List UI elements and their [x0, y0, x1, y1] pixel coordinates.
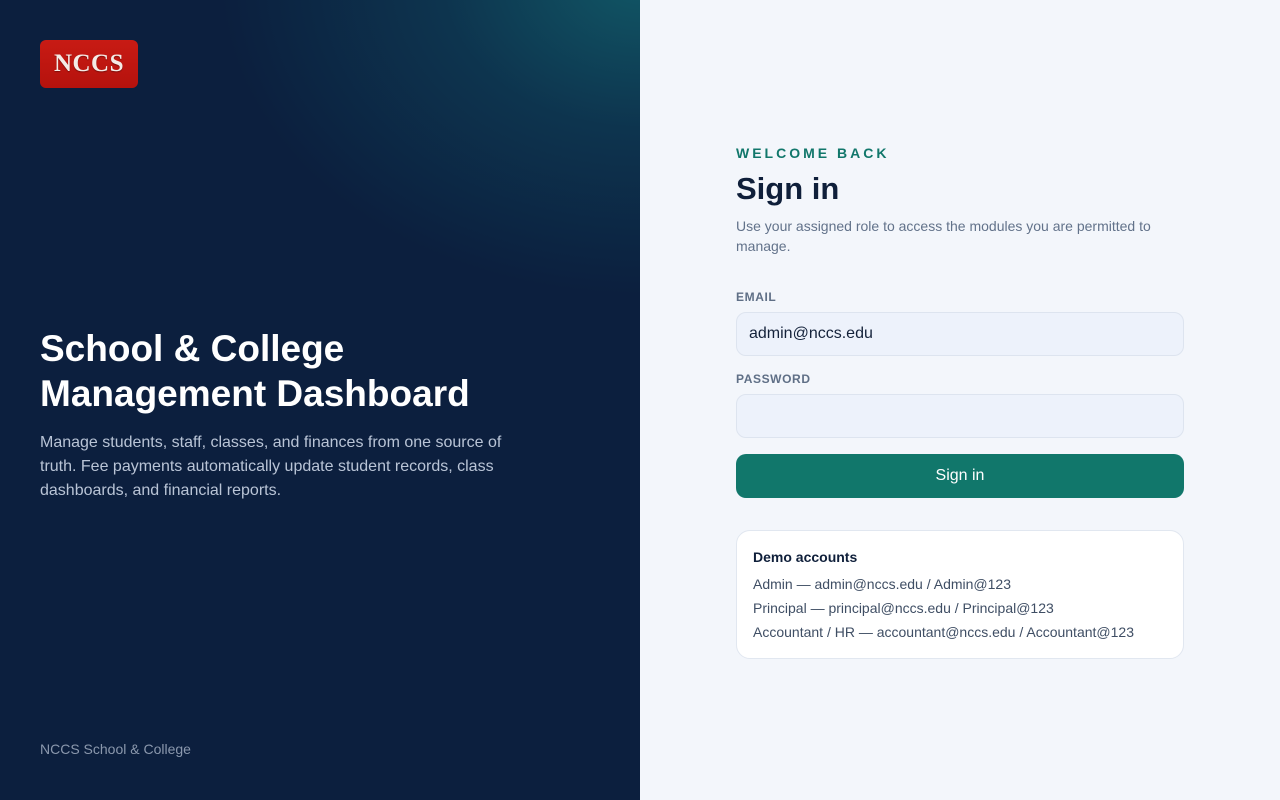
sign-in-button[interactable]: Sign in [736, 454, 1184, 498]
demo-accounts-title: Demo accounts [753, 549, 858, 565]
email-field[interactable] [736, 312, 1184, 356]
hero-description: Manage students, staff, classes, and fin… [40, 434, 502, 499]
sign-in-form: WELCOME BACK Sign in Use your assigned r… [736, 145, 1184, 659]
logo-text: NCCS [53, 50, 125, 77]
sign-in-panel: WELCOME BACK Sign in Use your assigned r… [640, 0, 1280, 800]
demo-account-accountant: Accountant / HR — accountant@nccs.edu / … [753, 624, 1134, 640]
hero-title: School & College Management Dashboard [40, 326, 560, 416]
password-label: PASSWORD [736, 372, 811, 386]
demo-accounts-card: Demo accounts Admin — admin@nccs.edu / A… [736, 530, 1184, 659]
login-page: NCCS School & College Management Dashboa… [0, 0, 1280, 800]
welcome-eyebrow: WELCOME BACK [736, 145, 890, 161]
hero-title-line-2: Management Dashboard [40, 373, 470, 414]
hero-panel: NCCS School & College Management Dashboa… [0, 0, 640, 800]
page-title: Sign in [736, 171, 840, 206]
page-subtitle: Use your assigned role to access the mod… [736, 218, 1151, 254]
email-label: EMAIL [736, 290, 777, 304]
hero-footer: NCCS School & College [40, 741, 191, 757]
demo-account-admin: Admin — admin@nccs.edu / Admin@123 [753, 576, 1011, 592]
hero-title-line-1: School & College [40, 328, 345, 369]
nccs-logo: NCCS [40, 40, 138, 88]
demo-account-principal: Principal — principal@nccs.edu / Princip… [753, 600, 1054, 616]
password-field[interactable] [736, 394, 1184, 438]
